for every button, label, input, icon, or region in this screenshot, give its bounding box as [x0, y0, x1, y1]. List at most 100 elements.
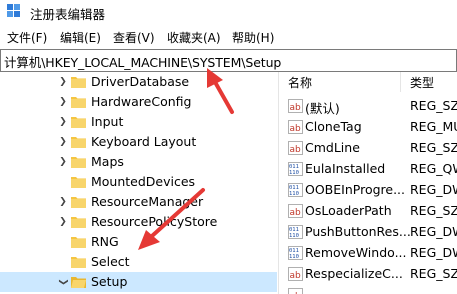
tree-item-label: ResourcePolicyStore	[91, 214, 218, 229]
address-bar[interactable]: 计算机\HKEY_LOCAL_MACHINE\SYSTEM\Setup	[0, 49, 457, 72]
tree-item-label: Setup	[91, 274, 128, 289]
menu-view[interactable]: 查看(V)	[113, 29, 155, 46]
tree-item-label: DriverDatabase	[91, 74, 190, 89]
chevron-right-icon[interactable]: ❯	[58, 157, 68, 167]
binary-value-icon: 011110	[288, 225, 303, 239]
folder-icon	[71, 237, 86, 248]
folder-icon	[71, 117, 86, 128]
value-name: CloneTag	[305, 119, 362, 134]
value-type: REG_DW	[410, 224, 457, 239]
chevron-right-icon[interactable]: ❯	[58, 197, 68, 207]
column-header-type[interactable]: 类型	[410, 74, 434, 91]
value-row[interactable]: ab (默认) REG_SZ	[280, 96, 457, 117]
tree-item-label: ResourceManager	[91, 194, 204, 209]
tree-item-rng[interactable]: RNG	[0, 232, 277, 252]
value-type: REG_SZ	[410, 140, 457, 155]
value-row[interactable]: ab	[280, 285, 457, 294]
folder-icon	[71, 177, 86, 188]
value-row[interactable]: ab RespecializeC... REG_SZ	[280, 264, 457, 285]
menu-help[interactable]: 帮助(H)	[232, 29, 274, 46]
pane-splitter[interactable]	[278, 72, 279, 294]
chevron-right-icon[interactable]: ❯	[58, 217, 68, 227]
menu-edit[interactable]: 编辑(E)	[60, 29, 101, 46]
chevron-right-icon[interactable]: ❯	[58, 77, 68, 87]
svg-text:ab: ab	[290, 145, 302, 155]
string-value-icon: ab	[288, 288, 303, 294]
string-value-icon: ab	[288, 120, 303, 134]
value-name: (默认)	[305, 101, 340, 116]
tree-item-resourcemanager[interactable]: ❯ ResourceManager	[0, 192, 277, 212]
tree-item-resourcepolicystore[interactable]: ❯ ResourcePolicyStore	[0, 212, 277, 232]
open-folder-icon	[71, 277, 86, 288]
tree-item-label: MountedDevices	[91, 174, 196, 189]
tree-item-setup[interactable]: ❯ Setup	[0, 272, 277, 292]
svg-text:ab: ab	[290, 208, 302, 218]
address-path: 计算机\HKEY_LOCAL_MACHINE\SYSTEM\Setup	[4, 55, 282, 70]
string-value-icon: ab	[288, 99, 303, 113]
svg-text:110: 110	[289, 233, 299, 239]
tree-item-driverdatabase[interactable]: ❯ DriverDatabase	[0, 72, 277, 92]
folder-icon	[71, 257, 86, 268]
column-header-row: 名称 类型	[280, 72, 457, 93]
value-type: REG_SZ	[410, 203, 457, 218]
folder-icon	[71, 97, 86, 108]
binary-value-icon: 011110	[288, 183, 303, 197]
tree-item-label: Select	[91, 254, 130, 269]
folder-icon	[71, 157, 86, 168]
value-name: CmdLine	[305, 140, 360, 155]
value-row[interactable]: ab CloneTag REG_MU	[280, 117, 457, 138]
value-type: REG_DW	[410, 245, 457, 260]
value-name: OsLoaderPath	[305, 203, 392, 218]
string-value-icon: ab	[288, 204, 303, 218]
tree-item-maps[interactable]: ❯ Maps	[0, 152, 277, 172]
value-name: RemoveWindo...	[305, 245, 407, 260]
value-row[interactable]: 011110 EulaInstalled REG_QW	[280, 159, 457, 180]
folder-icon	[71, 197, 86, 208]
folder-icon	[71, 217, 86, 228]
value-row[interactable]: 011110 PushButtonRes... REG_DW	[280, 222, 457, 243]
value-row[interactable]: ab OsLoaderPath REG_SZ	[280, 201, 457, 222]
window-title: 注册表编辑器	[30, 7, 106, 22]
binary-value-icon: 011110	[288, 246, 303, 260]
tree-item-label: RNG	[91, 234, 119, 249]
value-row[interactable]: 011110 OOBEInProgre... REG_DW	[280, 180, 457, 201]
svg-text:110: 110	[289, 191, 299, 197]
chevron-right-icon[interactable]: ❯	[58, 97, 68, 107]
title-bar: 注册表编辑器	[0, 0, 457, 26]
binary-value-icon: 011110	[288, 162, 303, 176]
value-row[interactable]: ab CmdLine REG_SZ	[280, 138, 457, 159]
value-type: REG_SZ	[410, 98, 457, 113]
value-name: EulaInstalled	[305, 161, 386, 176]
menu-favorites[interactable]: 收藏夹(A)	[167, 29, 221, 46]
tree-item-label: Maps	[91, 154, 124, 169]
svg-text:110: 110	[289, 254, 299, 260]
folder-icon	[71, 77, 86, 88]
values-list: 名称 类型 ab (默认) REG_SZ ab CloneTag REG_MU …	[280, 72, 457, 294]
svg-text:ab: ab	[290, 124, 302, 134]
tree-item-keyboard-layout[interactable]: ❯ Keyboard Layout	[0, 132, 277, 152]
svg-text:110: 110	[289, 170, 299, 176]
chevron-right-icon[interactable]: ❯	[58, 117, 68, 127]
tree-item-select[interactable]: Select	[0, 252, 277, 272]
value-name: PushButtonRes...	[305, 224, 411, 239]
value-type: REG_SZ	[410, 266, 457, 281]
column-header-name[interactable]: 名称	[288, 74, 312, 91]
value-row[interactable]: 011110 RemoveWindo... REG_DW	[280, 243, 457, 264]
chevron-right-icon[interactable]: ❯	[58, 137, 68, 147]
menu-file[interactable]: 文件(F)	[7, 29, 47, 46]
string-value-icon: ab	[288, 141, 303, 155]
folder-icon	[71, 137, 86, 148]
tree-item-input[interactable]: ❯ Input	[0, 112, 277, 132]
value-type: REG_DW	[410, 182, 457, 197]
registry-editor-icon	[7, 4, 20, 17]
value-name: OOBEInProgre...	[305, 182, 405, 197]
column-divider[interactable]	[400, 72, 401, 92]
tree-item-label: HardwareConfig	[91, 94, 192, 109]
svg-text:ab: ab	[290, 103, 302, 113]
tree-item-mounteddevices[interactable]: MountedDevices	[0, 172, 277, 192]
tree-item-label: Keyboard Layout	[91, 134, 197, 149]
tree-item-hardwareconfig[interactable]: ❯ HardwareConfig	[0, 92, 277, 112]
chevron-down-icon[interactable]: ❯	[58, 277, 68, 287]
value-name: RespecializeC...	[305, 266, 403, 281]
svg-text:ab: ab	[290, 271, 302, 281]
